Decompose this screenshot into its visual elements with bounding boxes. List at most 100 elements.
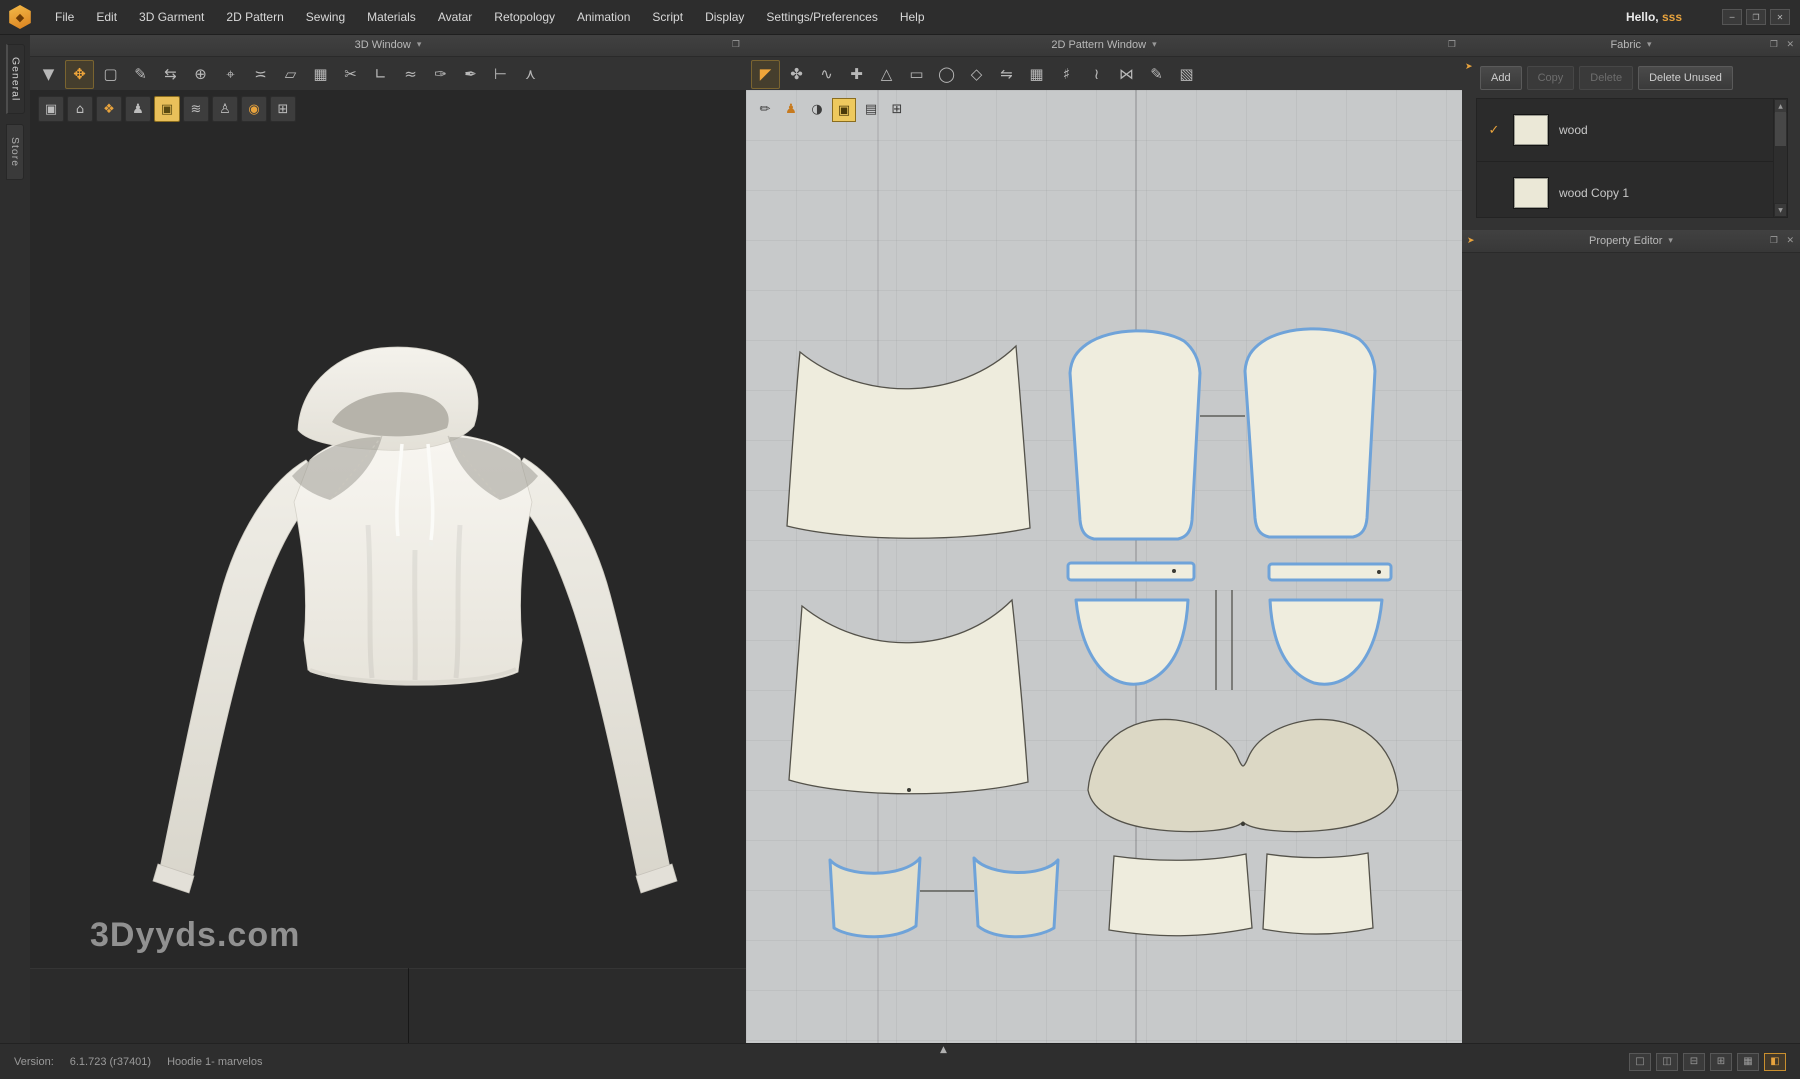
measure-tape-icon[interactable]: ⊢ bbox=[487, 61, 514, 88]
symmetry-icon[interactable]: ⇋ bbox=[993, 61, 1020, 88]
layout-custom-icon[interactable]: ◧ bbox=[1764, 1053, 1786, 1071]
popout-icon[interactable]: ❐ bbox=[732, 40, 740, 50]
free-sewing-icon[interactable]: ⋈ bbox=[1113, 61, 1140, 88]
fabric-header[interactable]: Fabric ▾ ❐ ✕ bbox=[1462, 34, 1800, 57]
pattern-sleeve-left[interactable] bbox=[1070, 331, 1200, 539]
menu-settings-preferences[interactable]: Settings/Preferences bbox=[755, 0, 888, 34]
fabric-list-item[interactable]: wood Copy 1 bbox=[1477, 162, 1787, 218]
grid-2d-icon[interactable]: ▦ bbox=[1023, 61, 1050, 88]
avatar-tape-icon[interactable]: ≍ bbox=[247, 61, 274, 88]
pattern-hood-side-left[interactable] bbox=[1076, 600, 1188, 684]
edit-pattern-icon[interactable]: ✤ bbox=[783, 61, 810, 88]
username-text[interactable]: sss bbox=[1662, 10, 1682, 24]
add-fabric-button[interactable]: Add bbox=[1480, 66, 1522, 90]
sewing-icon[interactable]: ≀ bbox=[1083, 61, 1110, 88]
arrangement-grid-icon[interactable]: ▦ bbox=[307, 61, 334, 88]
menu-2d-pattern[interactable]: 2D Pattern bbox=[215, 0, 294, 34]
menu-sewing[interactable]: Sewing bbox=[295, 0, 356, 34]
menu-display[interactable]: Display bbox=[694, 0, 755, 34]
transform-pattern-icon[interactable]: ◤ bbox=[751, 60, 780, 89]
pattern-waistband-left[interactable] bbox=[830, 858, 920, 937]
polygon-icon[interactable]: △ bbox=[873, 61, 900, 88]
mannequin-icon[interactable]: ♙ bbox=[212, 96, 238, 122]
delete-fabric-button[interactable]: Delete bbox=[1579, 66, 1633, 90]
menu-file[interactable]: File bbox=[44, 0, 85, 34]
pattern-hood-main[interactable] bbox=[1088, 719, 1398, 831]
edit-texture-icon[interactable]: ✏ bbox=[754, 98, 776, 120]
minimize-icon[interactable]: ─ bbox=[1722, 9, 1742, 25]
sidebar-tab-store[interactable]: Store bbox=[6, 124, 24, 180]
measure-grid-icon[interactable]: ⊞ bbox=[270, 96, 296, 122]
popout-icon[interactable]: ❐ bbox=[1770, 236, 1778, 246]
add-point-icon[interactable]: ✚ bbox=[843, 61, 870, 88]
fabric-swatch[interactable] bbox=[1513, 114, 1549, 146]
fabric-swatch-icon[interactable]: ❖ bbox=[96, 96, 122, 122]
dock-collapse-arrow-icon[interactable]: ➤ bbox=[1467, 236, 1475, 246]
show-garment-icon[interactable]: ▣ bbox=[38, 96, 64, 122]
maximize-icon[interactable]: ❐ bbox=[1746, 9, 1766, 25]
pattern-pieces-svg[interactable] bbox=[746, 90, 1462, 1044]
garment-3d-view[interactable] bbox=[130, 340, 710, 900]
show-hanger-icon[interactable]: ⌂ bbox=[67, 96, 93, 122]
flatten-icon[interactable]: ▱ bbox=[277, 61, 304, 88]
edit-curvature-icon[interactable]: ∿ bbox=[813, 61, 840, 88]
close-icon[interactable]: ✕ bbox=[1786, 236, 1794, 246]
sidebar-tab-general[interactable]: General bbox=[6, 44, 25, 114]
stylus-icon[interactable]: ✒ bbox=[457, 61, 484, 88]
annotation-icon[interactable]: ▤ bbox=[860, 98, 882, 120]
layout-split-h-icon[interactable]: ⊟ bbox=[1683, 1053, 1705, 1071]
pattern-bodice-back[interactable] bbox=[787, 346, 1030, 538]
simulate-icon[interactable]: ▼ bbox=[35, 61, 62, 88]
pen-tablet-icon[interactable]: ✑ bbox=[427, 61, 454, 88]
copy-fabric-button[interactable]: Copy bbox=[1527, 66, 1575, 90]
pattern-cuff-strip-right[interactable] bbox=[1269, 564, 1391, 580]
select-move-icon[interactable]: ✥ bbox=[65, 60, 94, 89]
menu-avatar[interactable]: Avatar bbox=[427, 0, 483, 34]
layout-grid-icon[interactable]: ⊞ bbox=[1710, 1053, 1732, 1071]
gizmo-icon[interactable]: ⌖ bbox=[217, 61, 244, 88]
menu-retopology[interactable]: Retopology bbox=[483, 0, 566, 34]
menu-edit[interactable]: Edit bbox=[85, 0, 128, 34]
pattern-bodice-front[interactable] bbox=[789, 600, 1028, 794]
layout-quad-icon[interactable]: ▦ bbox=[1737, 1053, 1759, 1071]
wind-icon[interactable]: ≋ bbox=[183, 96, 209, 122]
chevron-down-icon[interactable]: ▾ bbox=[1152, 40, 1157, 50]
uv-avatar-icon[interactable]: ◉ bbox=[241, 96, 267, 122]
chevron-down-icon[interactable]: ▾ bbox=[1647, 40, 1652, 50]
rectangle-icon[interactable]: ▭ bbox=[903, 61, 930, 88]
show-2d-pattern-icon[interactable]: ▣ bbox=[832, 98, 856, 122]
pattern-hem-panel-right[interactable] bbox=[1263, 853, 1373, 934]
pattern-hem-panel-left[interactable] bbox=[1109, 854, 1252, 936]
app-logo-icon[interactable]: ◆ bbox=[8, 5, 32, 29]
show-avatar-icon[interactable]: ♟ bbox=[125, 96, 151, 122]
3d-window-header[interactable]: 3D Window ▾ ❐ bbox=[30, 34, 746, 57]
fold-icon[interactable]: ∟ bbox=[367, 61, 394, 88]
pattern-sleeve-right[interactable] bbox=[1245, 329, 1375, 537]
select-mesh-icon[interactable]: ▢ bbox=[97, 61, 124, 88]
menu-materials[interactable]: Materials bbox=[356, 0, 427, 34]
colorway-icon[interactable]: ◑ bbox=[806, 98, 828, 120]
circle-icon[interactable]: ◯ bbox=[933, 61, 960, 88]
close-icon[interactable]: ✕ bbox=[1770, 9, 1790, 25]
dock-collapse-arrow-icon[interactable]: ➤ bbox=[1465, 62, 1473, 72]
layout-single-icon[interactable]: □ bbox=[1629, 1053, 1651, 1071]
chevron-down-icon[interactable]: ▾ bbox=[417, 40, 422, 50]
close-icon[interactable]: ✕ bbox=[1786, 40, 1794, 50]
pen-3d-icon[interactable]: ✎ bbox=[127, 61, 154, 88]
scroll-up-icon[interactable]: ▲ bbox=[1774, 99, 1787, 113]
pen-2d-icon[interactable]: ✎ bbox=[1143, 61, 1170, 88]
sync-pose-icon[interactable]: ⇆ bbox=[157, 61, 184, 88]
menu-animation[interactable]: Animation bbox=[566, 0, 641, 34]
2d-pattern-canvas[interactable]: ✏ ♟ ◑ ▣ ▤ ⊞ bbox=[746, 90, 1462, 1044]
popout-icon[interactable]: ❐ bbox=[1770, 40, 1778, 50]
scissors-icon[interactable]: ✂ bbox=[337, 61, 364, 88]
pose-walk-icon[interactable]: ⋏ bbox=[517, 61, 544, 88]
expand-bottom-panel-icon[interactable]: ▲ bbox=[940, 1045, 947, 1055]
property-editor-header[interactable]: ➤ Property Editor ▾ ❐ ✕ bbox=[1462, 230, 1800, 253]
avatar-2d-icon[interactable]: ♟ bbox=[780, 98, 802, 120]
delete-unused-button[interactable]: Delete Unused bbox=[1638, 66, 1733, 90]
menu-script[interactable]: Script bbox=[641, 0, 694, 34]
steam-icon[interactable]: ≈ bbox=[397, 61, 424, 88]
menu-help[interactable]: Help bbox=[889, 0, 936, 34]
popout-icon[interactable]: ❐ bbox=[1448, 40, 1456, 50]
